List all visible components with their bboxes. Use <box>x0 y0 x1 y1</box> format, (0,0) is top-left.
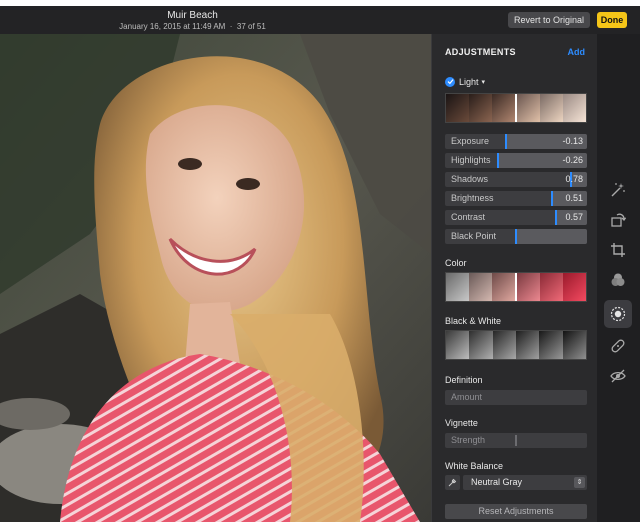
title-block: Muir Beach January 16, 2015 at 11:49 AM … <box>90 10 295 32</box>
photo-title: Muir Beach <box>167 10 218 21</box>
slider-value: 0.57 <box>565 212 583 222</box>
definition-section-title[interactable]: Definition <box>445 375 483 385</box>
contrast-slider[interactable]: Contrast 0.57 <box>445 210 587 225</box>
photo-date: January 16, 2015 at 11:49 AM <box>119 22 226 31</box>
white-balance-select[interactable]: Neutral Gray ⇕ <box>463 475 587 490</box>
rotate-icon[interactable] <box>604 206 632 234</box>
white-balance-value: Neutral Gray <box>471 477 523 487</box>
slider-value: -0.26 <box>562 155 583 165</box>
checkmark-icon[interactable] <box>445 76 455 87</box>
slider-value: 0.51 <box>565 193 583 203</box>
bw-thumb <box>562 331 586 359</box>
portrait-photo <box>0 34 431 522</box>
black-white-section-title[interactable]: Black & White <box>445 316 501 326</box>
vignette-section-title[interactable]: Vignette <box>445 418 478 428</box>
reset-adjustments-button[interactable]: Reset Adjustments <box>445 504 587 519</box>
slider-knob[interactable] <box>515 229 517 244</box>
chevron-down-icon: ▾ <box>481 78 486 86</box>
color-thumb <box>563 273 586 301</box>
black-point-slider[interactable]: Black Point <box>445 229 587 244</box>
highlights-slider[interactable]: Highlights -0.26 <box>445 153 587 168</box>
slider-label: Shadows <box>451 174 489 184</box>
tools-sidebar <box>597 34 640 522</box>
chevron-up-down-icon: ⇕ <box>574 477 585 488</box>
light-thumb <box>492 94 515 122</box>
slider-knob[interactable] <box>551 191 553 206</box>
bw-thumb <box>469 331 493 359</box>
subtitle-separator: · <box>227 22 235 31</box>
exposure-slider[interactable]: Exposure -0.13 <box>445 134 587 149</box>
bw-thumb <box>492 331 516 359</box>
done-button[interactable]: Done <box>597 12 627 28</box>
light-sliders: Exposure -0.13 Highlights -0.26 Shadows … <box>445 134 587 248</box>
slider-fill <box>516 229 587 244</box>
vignette-strength-slider[interactable]: Strength <box>445 433 587 448</box>
slider-knob[interactable] <box>497 153 499 168</box>
light-thumb <box>469 94 492 122</box>
photo-subtitle: January 16, 2015 at 11:49 AM · 37 of 51 <box>90 21 295 32</box>
slider-knob[interactable] <box>555 210 557 225</box>
bw-thumb <box>539 331 563 359</box>
adjustments-panel: ADJUSTMENTS Add Light ▾ Exposure -0.13 H… <box>431 34 597 522</box>
adjust-icon[interactable] <box>604 300 632 328</box>
color-preview-strip[interactable] <box>445 272 587 302</box>
slider-label: Amount <box>451 392 483 402</box>
light-thumb <box>563 94 586 122</box>
slider-value: 0.78 <box>565 174 583 184</box>
magic-wand-icon[interactable] <box>604 176 632 204</box>
title-bar: Muir Beach January 16, 2015 at 11:49 AM … <box>0 6 640 34</box>
color-thumb <box>515 273 540 301</box>
color-thumb <box>492 273 515 301</box>
slider-knob[interactable] <box>515 435 517 446</box>
color-thumb <box>469 273 492 301</box>
filters-icon[interactable] <box>604 266 632 294</box>
slider-value: -0.13 <box>562 136 583 146</box>
light-label: Light <box>459 76 479 87</box>
red-eye-icon[interactable] <box>604 362 632 390</box>
light-thumb <box>540 94 563 122</box>
slider-label: Exposure <box>451 136 490 146</box>
white-balance-row: Neutral Gray ⇕ <box>445 475 587 490</box>
light-thumb <box>515 94 540 122</box>
crop-icon[interactable] <box>604 236 632 264</box>
bw-thumb <box>515 331 540 359</box>
photo-canvas[interactable] <box>0 34 431 522</box>
shadows-slider[interactable]: Shadows 0.78 <box>445 172 587 187</box>
adjustments-header: ADJUSTMENTS <box>445 47 516 57</box>
definition-amount-slider[interactable]: Amount <box>445 390 587 405</box>
bandage-icon[interactable] <box>604 332 632 360</box>
light-preview-strip[interactable] <box>445 93 587 123</box>
revert-to-original-button[interactable]: Revert to Original <box>508 12 590 28</box>
light-thumb <box>446 94 469 122</box>
slider-label: Strength <box>451 435 486 445</box>
slider-label: Black Point <box>451 231 497 241</box>
photo-count: 37 of 51 <box>236 22 266 31</box>
slider-knob[interactable] <box>505 134 507 149</box>
slider-label: Contrast <box>451 212 486 222</box>
black-white-preview-strip[interactable] <box>445 330 587 360</box>
photos-editor-window: Muir Beach January 16, 2015 at 11:49 AM … <box>0 6 640 522</box>
color-section-title[interactable]: Color <box>445 258 467 268</box>
bw-thumb <box>446 331 470 359</box>
light-section-toggle[interactable]: Light ▾ <box>445 75 485 88</box>
slider-label: Brightness <box>451 193 494 203</box>
slider-label: Highlights <box>451 155 491 165</box>
color-thumb <box>446 273 469 301</box>
color-thumb <box>540 273 563 301</box>
add-adjustment-button[interactable]: Add <box>568 47 586 57</box>
eyedropper-icon[interactable] <box>445 475 460 490</box>
brightness-slider[interactable]: Brightness 0.51 <box>445 191 587 206</box>
white-balance-section-title[interactable]: White Balance <box>445 461 503 471</box>
